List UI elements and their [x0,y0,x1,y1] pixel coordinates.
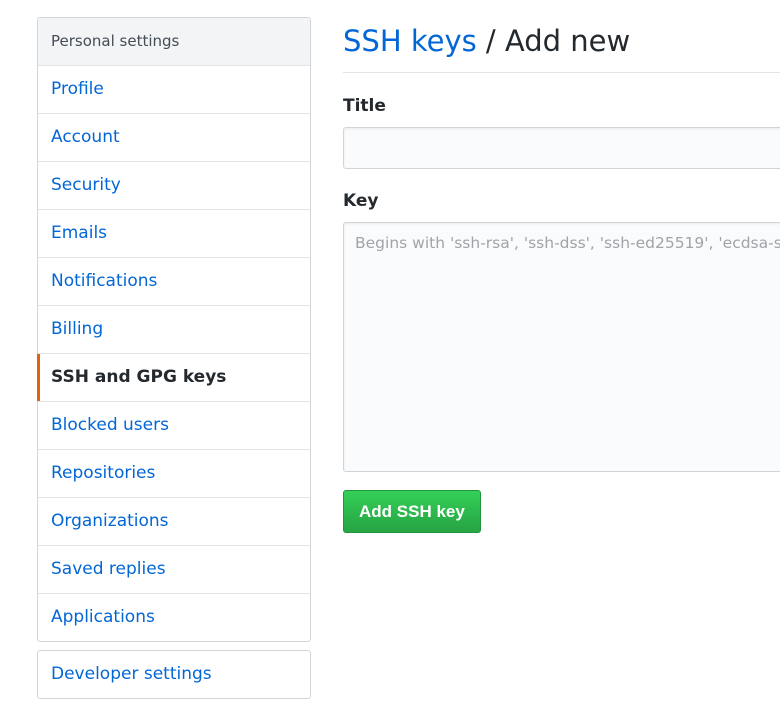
developer-settings-menu: Developer settings [37,650,311,699]
sidebar-item-emails[interactable]: Emails [38,210,310,258]
sidebar-item-security[interactable]: Security [38,162,310,210]
sidebar-item-blocked-users[interactable]: Blocked users [38,402,310,450]
sidebar-item-ssh-gpg-keys[interactable]: SSH and GPG keys [37,354,310,402]
settings-page: Personal settings Profile Account Securi… [0,0,780,719]
personal-settings-menu: Personal settings Profile Account Securi… [37,17,311,642]
breadcrumb-current: / Add new [476,24,631,58]
sidebar-item-repositories[interactable]: Repositories [38,450,310,498]
key-label: Key [343,191,379,211]
breadcrumb-ssh-keys-link[interactable]: SSH keys [343,24,477,58]
sidebar-item-developer-settings[interactable]: Developer settings [38,651,310,698]
sidebar-item-notifications[interactable]: Notifications [38,258,310,306]
sidebar-item-account[interactable]: Account [38,114,310,162]
title-label: Title [343,96,386,116]
key-textarea[interactable]: Begins with 'ssh-rsa', 'ssh-dss', 'ssh-e… [343,222,780,472]
sidebar-item-billing[interactable]: Billing [38,306,310,354]
sidebar-item-saved-replies[interactable]: Saved replies [38,546,310,594]
title-input[interactable] [343,127,780,169]
sidebar-item-applications[interactable]: Applications [38,594,310,641]
sidebar-item-profile[interactable]: Profile [38,66,310,114]
menu-heading: Personal settings [38,18,310,66]
main-content: SSH keys / Add new Title Key Begins with… [343,17,780,533]
sidebar-item-organizations[interactable]: Organizations [38,498,310,546]
page-title: SSH keys / Add new [343,17,780,73]
add-ssh-key-button[interactable]: Add SSH key [343,490,481,533]
